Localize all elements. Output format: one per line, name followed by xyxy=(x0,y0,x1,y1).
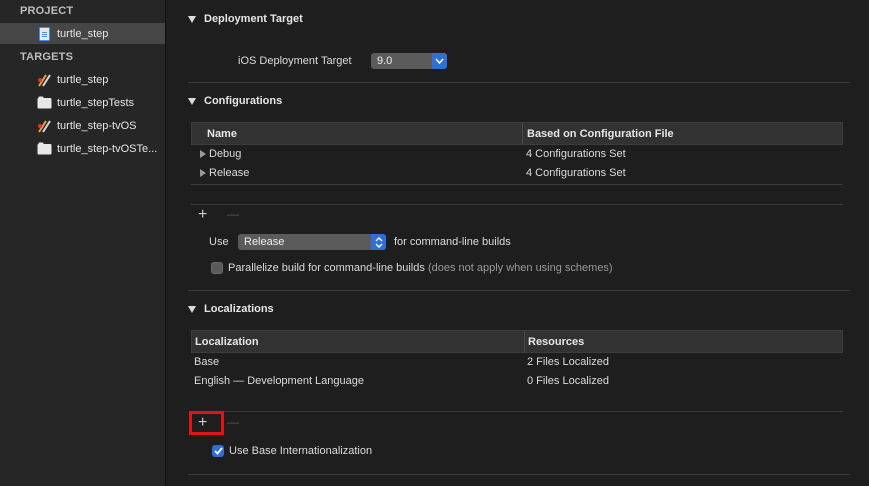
parallelize-build-text: Parallelize build for command-line build… xyxy=(228,262,425,274)
localizations-disclosure[interactable]: Localizations xyxy=(188,303,274,315)
ios-deployment-target-label: iOS Deployment Target xyxy=(238,55,352,67)
sidebar-item-label: turtle_step-tvOSTe... xyxy=(57,142,158,155)
parallelize-build-checkbox[interactable] xyxy=(211,262,223,274)
localization-resources: 0 Files Localized xyxy=(527,375,609,387)
column-header-name[interactable]: Name xyxy=(207,128,237,140)
disclosure-triangle-icon xyxy=(188,15,196,23)
app-target-icon xyxy=(37,119,52,133)
chevron-down-icon xyxy=(432,53,447,69)
parallelize-build-note: (does not apply when using schemes) xyxy=(427,262,613,274)
section-divider xyxy=(188,82,851,83)
disclosure-triangle-icon[interactable] xyxy=(200,169,206,178)
sidebar-item-label: turtle_step xyxy=(57,73,109,86)
project-file-icon xyxy=(37,26,52,41)
checkmark-icon xyxy=(213,447,223,455)
remove-configuration-button[interactable]: — xyxy=(227,207,239,221)
add-localization-button[interactable]: + xyxy=(198,415,207,431)
table-divider xyxy=(191,411,843,412)
localization-name: Base xyxy=(194,356,220,368)
use-base-internationalization-label: Use Base Internationalization xyxy=(229,445,373,457)
section-title: Localizations xyxy=(204,303,274,315)
sidebar-item-label: turtle_step-tvOS xyxy=(57,119,137,132)
section-title: Configurations xyxy=(204,95,283,107)
column-header-file[interactable]: Based on Configuration File xyxy=(527,128,674,140)
disclosure-triangle-icon xyxy=(188,305,196,313)
targets-header: TARGETS xyxy=(20,51,74,63)
table-header: Name Based on Configuration File xyxy=(191,122,843,145)
table-row[interactable]: Debug 4 Configurations Set xyxy=(191,145,843,164)
sidebar-item-target-turtle-step-tvostests[interactable]: turtle_step-tvOSTe... xyxy=(0,138,165,159)
use-base-internationalization-checkbox[interactable] xyxy=(212,445,224,457)
column-header-localization[interactable]: Localization xyxy=(195,336,259,348)
table-row[interactable]: Base 2 Files Localized xyxy=(191,353,843,372)
table-row[interactable]: Release 4 Configurations Set xyxy=(191,164,843,183)
popup-value: Release xyxy=(244,236,285,248)
column-header-resources[interactable]: Resources xyxy=(528,336,584,348)
use-label: Use xyxy=(209,236,229,248)
localization-resources: 2 Files Localized xyxy=(527,356,609,368)
deployment-target-disclosure[interactable]: Deployment Target xyxy=(188,13,303,25)
sidebar-item-target-turtle-step-tvos[interactable]: turtle_step-tvOS xyxy=(0,115,165,136)
test-bundle-icon xyxy=(37,142,52,156)
table-header: Localization Resources xyxy=(191,330,843,353)
config-file: 4 Configurations Set xyxy=(526,148,626,160)
table-divider xyxy=(191,204,843,205)
project-header: PROJECT xyxy=(20,5,74,17)
config-name: Debug xyxy=(209,148,242,160)
localizations-table: Localization Resources Base 2 Files Loca… xyxy=(191,330,843,391)
sidebar: PROJECT turtle_step TARGETS turtle_step … xyxy=(0,0,166,486)
ios-deployment-target-popup[interactable]: 9.0 xyxy=(371,53,447,69)
sidebar-item-project[interactable]: turtle_step xyxy=(0,23,165,44)
remove-localization-button[interactable]: — xyxy=(227,415,239,429)
test-bundle-icon xyxy=(37,96,52,110)
sidebar-item-label: turtle_stepTests xyxy=(57,96,135,109)
chevron-updown-icon xyxy=(371,234,386,250)
command-line-config-popup[interactable]: Release xyxy=(238,234,386,250)
popup-value: 9.0 xyxy=(377,55,393,67)
sidebar-item-label: turtle_step xyxy=(57,27,109,40)
project-settings-pane: Deployment Target iOS Deployment Target … xyxy=(166,0,869,486)
parallelize-build-label: Parallelize build for command-line build… xyxy=(228,262,613,274)
app-target-icon xyxy=(37,73,52,87)
configurations-table: Name Based on Configuration File Debug 4… xyxy=(191,122,843,183)
section-title: Deployment Target xyxy=(204,13,303,25)
sidebar-item-target-turtle-step[interactable]: turtle_step xyxy=(0,69,165,90)
command-line-suffix-label: for command-line builds xyxy=(394,236,511,248)
sidebar-item-target-turtle-steptests[interactable]: turtle_stepTests xyxy=(0,92,165,113)
section-divider xyxy=(188,290,851,291)
table-row[interactable]: English — Development Language 0 Files L… xyxy=(191,372,843,391)
disclosure-triangle-icon[interactable] xyxy=(200,150,206,159)
configurations-disclosure[interactable]: Configurations xyxy=(188,95,282,107)
section-divider xyxy=(188,474,851,475)
disclosure-triangle-icon xyxy=(188,97,196,105)
add-configuration-button[interactable]: + xyxy=(198,207,207,223)
column-divider xyxy=(524,331,525,352)
config-file: 4 Configurations Set xyxy=(526,167,626,179)
localization-name: English — Development Language xyxy=(194,375,365,387)
table-divider xyxy=(191,184,843,185)
config-name: Release xyxy=(209,167,250,179)
column-divider xyxy=(522,123,523,144)
